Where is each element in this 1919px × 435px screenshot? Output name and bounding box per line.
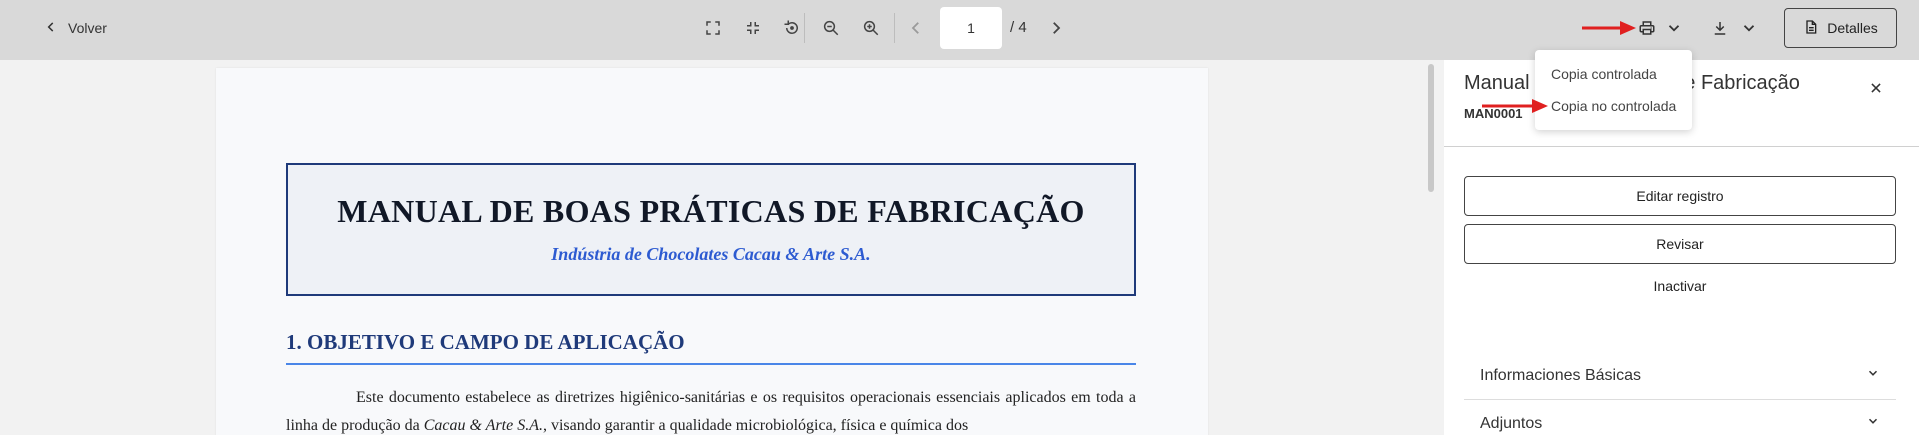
document-title-box: MANUAL DE BOAS PRÁTICAS DE FABRICAÇÃO In… — [286, 163, 1136, 296]
document-title: MANUAL DE BOAS PRÁTICAS DE FABRICAÇÃO — [337, 193, 1085, 229]
zoom-in-icon[interactable] — [858, 15, 884, 41]
document-icon — [1803, 19, 1819, 38]
chevron-left-icon — [44, 20, 58, 37]
accordion-label: Adjuntos — [1480, 414, 1543, 432]
next-page-icon[interactable] — [1043, 15, 1069, 41]
details-button[interactable]: Detalles — [1784, 8, 1897, 48]
edit-record-button[interactable]: Editar registro — [1464, 176, 1896, 216]
accordion-label: Informaciones Básicas — [1480, 366, 1641, 384]
fullscreen-icon[interactable] — [700, 15, 726, 41]
close-icon[interactable] — [1864, 76, 1888, 100]
accordion-basic-info[interactable]: Informaciones Básicas — [1464, 352, 1896, 400]
menu-item-uncontrolled-copy[interactable]: Copia no controlada — [1551, 98, 1676, 114]
chevron-down-icon — [1866, 366, 1880, 385]
scrollbar-thumb[interactable] — [1428, 64, 1434, 192]
prev-page-icon[interactable] — [903, 15, 929, 41]
document-paragraph: Este documento estabelece as diretrizes … — [286, 384, 1136, 435]
document-page: MANUAL DE BOAS PRÁTICAS DE FABRICAÇÃO In… — [216, 68, 1208, 435]
page-total: / 4 — [1010, 19, 1027, 36]
paragraph-company: Cacau & Arte S.A. — [423, 417, 543, 434]
fit-page-icon[interactable] — [740, 15, 766, 41]
page-number-input[interactable] — [940, 7, 1002, 49]
annotation-arrow-icon — [1582, 21, 1636, 35]
details-label: Detalles — [1827, 20, 1878, 36]
back-button[interactable]: Volver — [44, 16, 107, 40]
section-heading: 1. OBJETIVO E CAMPO DE APLICAÇÃO — [286, 330, 1136, 365]
annotation-arrow-icon — [1482, 99, 1548, 113]
zoom-out-icon[interactable] — [818, 15, 844, 41]
panel-title-part1: Manual — [1464, 72, 1530, 94]
download-icon[interactable] — [1707, 15, 1733, 41]
panel-divider — [1444, 146, 1919, 147]
print-menu: Copia controlada Copia no controlada — [1535, 50, 1692, 130]
menu-item-controlled-copy[interactable]: Copia controlada — [1551, 66, 1657, 82]
back-label: Volver — [68, 20, 107, 36]
chevron-down-icon[interactable] — [1661, 15, 1687, 41]
toolbar-separator — [804, 13, 805, 43]
document-subtitle: Indústria de Chocolates Cacau & Arte S.A… — [551, 244, 871, 264]
inactivate-button[interactable]: Inactivar — [1464, 278, 1896, 294]
chevron-down-icon — [1866, 414, 1880, 433]
chevron-down-icon[interactable] — [1736, 15, 1762, 41]
paragraph-text-end: , visando garantir a qualidade microbiol… — [542, 417, 969, 434]
rotate-icon[interactable] — [779, 15, 805, 41]
accordion-attachments[interactable]: Adjuntos — [1464, 400, 1896, 435]
review-button[interactable]: Revisar — [1464, 224, 1896, 264]
toolbar-separator — [894, 13, 895, 43]
